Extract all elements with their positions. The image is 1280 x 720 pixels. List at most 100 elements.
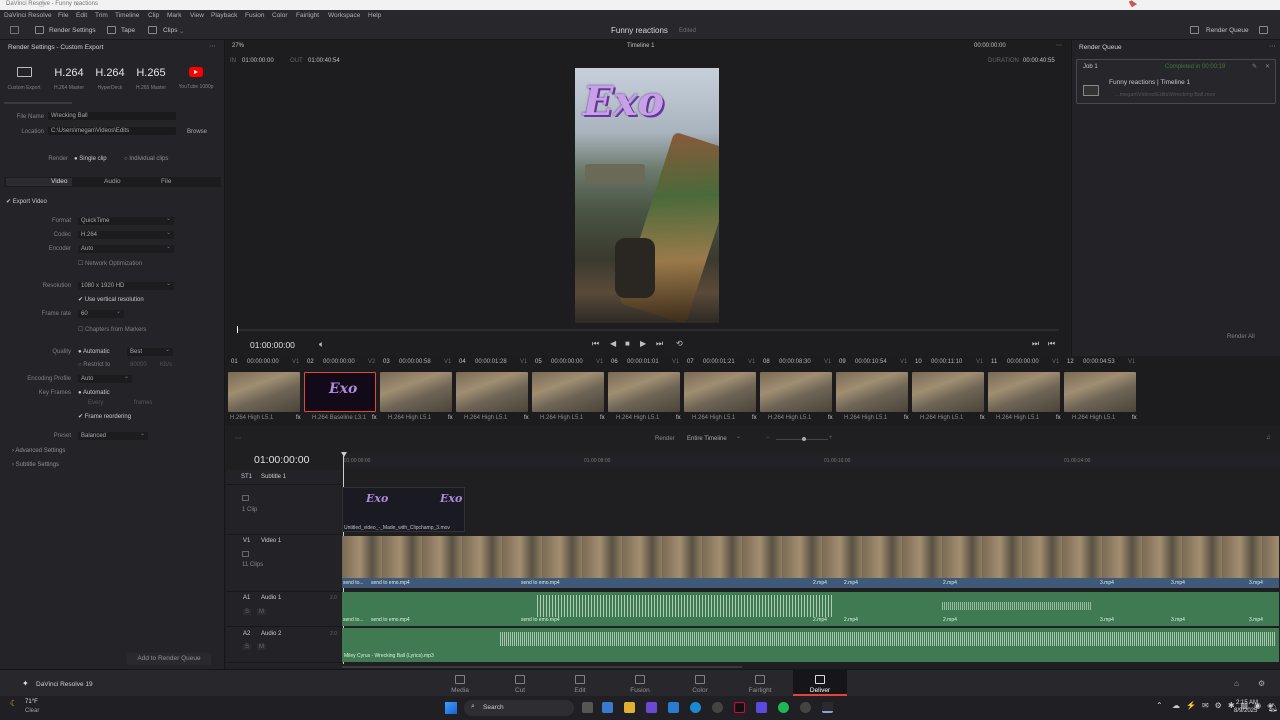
menu-color[interactable]: Color	[272, 12, 288, 19]
render-queue-toggle[interactable]: Render Queue	[1206, 27, 1249, 34]
clip-thumbnail[interactable]	[608, 372, 680, 412]
page-tab-edit[interactable]: Edit	[560, 687, 600, 694]
volume-icon[interactable]: 🔈︎	[319, 339, 324, 350]
go-to-start-icon[interactable]: ⏮︎	[592, 339, 599, 349]
clip-fx-icon[interactable]: fx	[980, 415, 985, 421]
windows-start-icon[interactable]	[445, 702, 457, 714]
menu-help[interactable]: Help	[368, 12, 381, 19]
spotify-icon[interactable]	[778, 702, 789, 713]
copilot-icon[interactable]	[602, 702, 613, 713]
task-view-icon[interactable]	[582, 702, 593, 713]
page-tab-fusion[interactable]: Fusion	[620, 687, 660, 694]
window-controls[interactable]: – ▢ ✕	[6, 1, 1272, 8]
menu-workspace[interactable]: Workspace	[328, 12, 360, 19]
clip-thumbnail[interactable]	[912, 372, 984, 412]
tab-audio[interactable]: Audio	[104, 178, 121, 185]
clips-toggle[interactable]: Clips	[163, 27, 177, 34]
format-dropdown[interactable]: QuickTime	[78, 215, 174, 225]
render-scope-dropdown[interactable]: Entire Timeline	[684, 433, 744, 443]
audio-meter-icon[interactable]: ♫	[1266, 435, 1271, 441]
scrubber-bar[interactable]	[237, 329, 1059, 331]
menu-fairlight[interactable]: Fairlight	[296, 12, 319, 19]
render-settings-toggle[interactable]: Render Settings	[49, 27, 96, 34]
clip-fx-icon[interactable]: fx	[752, 415, 757, 421]
quality-dropdown[interactable]: Best	[127, 346, 173, 356]
quality-automatic-radio[interactable]: ● Automatic	[78, 349, 110, 355]
teams-icon[interactable]	[646, 702, 657, 713]
preset-custom-export[interactable]: Custom Export	[6, 67, 42, 91]
menu-mark[interactable]: Mark	[167, 12, 181, 19]
encoding-profile-dropdown[interactable]: Auto	[78, 373, 132, 383]
clip-fx-icon[interactable]: fx	[676, 415, 681, 421]
panel-collapse-icon[interactable]	[1259, 26, 1268, 34]
resolution-dropdown[interactable]: 1080 x 1920 HD	[78, 280, 174, 290]
clock-time[interactable]: 2:15 AM	[1236, 700, 1258, 706]
zoom-slider-handle[interactable]	[802, 437, 806, 441]
notification-icon[interactable]: 🔔︎	[1268, 703, 1278, 712]
menu-timeline[interactable]: Timeline	[115, 12, 139, 19]
play-reverse-icon[interactable]: ◀︎	[610, 339, 616, 348]
subtitle-clip[interactable]: Exo Exo Untitled_video_-_Made_with_Clipc…	[342, 487, 465, 532]
preset-h265-master[interactable]: H.265 H.265 Master	[133, 67, 169, 91]
menu-view[interactable]: View	[190, 12, 204, 19]
clip-thumbnail[interactable]	[988, 372, 1060, 412]
chrome-icon[interactable]	[712, 702, 723, 713]
page-color-icon[interactable]	[695, 675, 705, 684]
frame-reordering-checkbox[interactable]: ✔ Frame reordering	[78, 413, 131, 420]
tab-video[interactable]: Video	[51, 178, 68, 185]
clip-thumbnail[interactable]	[456, 372, 528, 412]
zoom-in-icon[interactable]: +	[829, 435, 833, 441]
clips-chevron-icon[interactable]: ⌄	[179, 27, 184, 35]
menu-fusion[interactable]: Fusion	[245, 12, 265, 19]
app-icon[interactable]	[800, 702, 811, 713]
page-edit-icon[interactable]	[575, 675, 585, 684]
render-job-card[interactable]: Job 1 Completed in 00:00:19 ✎ ✕ Funny re…	[1076, 59, 1276, 104]
preset-hyperdeck[interactable]: H.264 HyperDeck	[92, 67, 128, 91]
outlook-icon[interactable]	[668, 702, 679, 713]
vertical-resolution-checkbox[interactable]: ✔ Use vertical resolution	[78, 296, 144, 303]
subtitle-track-icon[interactable]	[242, 495, 249, 501]
clip-fx-icon[interactable]: fx	[524, 415, 529, 421]
menu-playback[interactable]: Playback	[211, 12, 237, 19]
edge-icon[interactable]	[690, 702, 701, 713]
mute-button[interactable]: M	[257, 644, 266, 650]
menu-file[interactable]: File	[58, 12, 68, 19]
timeline-selector[interactable]: Timeline 1	[627, 43, 654, 49]
timeline-playhead-head[interactable]	[341, 452, 347, 457]
play-icon[interactable]: ▶︎	[640, 339, 646, 348]
page-deliver-icon[interactable]	[815, 675, 825, 684]
clip-thumbnail[interactable]	[836, 372, 908, 412]
browse-button[interactable]: Browse	[187, 129, 207, 135]
advanced-settings-toggle[interactable]: › Advanced Settings	[12, 448, 65, 454]
settings-gear-icon[interactable]: ⚙	[1258, 679, 1265, 688]
page-tab-deliver[interactable]: Deliver	[800, 687, 840, 694]
preset-dropdown[interactable]: Balanced	[78, 430, 148, 440]
restrict-value[interactable]: 80000	[130, 362, 147, 368]
clip-fx-icon[interactable]: fx	[904, 415, 909, 421]
scrubber-playhead[interactable]	[237, 326, 238, 333]
add-to-render-queue-button[interactable]: Add to Render Queue	[127, 653, 211, 665]
clip-thumbnail[interactable]	[380, 372, 452, 412]
home-icon[interactable]: ⌂	[1234, 679, 1239, 688]
tray-icons[interactable]: ☁⚡✉⚙✱▤◉◈	[1172, 701, 1279, 710]
key-frames-automatic-radio[interactable]: ● Automatic	[78, 390, 110, 396]
tray-chevron-icon[interactable]: ⌃	[1156, 701, 1163, 710]
prev-clip-icon[interactable]: ⏮︎	[1048, 339, 1055, 349]
chapters-from-markers-checkbox[interactable]: ☐ Chapters from Markers	[78, 326, 146, 333]
page-tab-color[interactable]: Color	[680, 687, 720, 694]
weather-temp[interactable]: 71°F	[25, 699, 38, 705]
audio1-track-clips[interactable]: send to... send to emo.mp4 send to emo.mp4…	[342, 592, 1279, 626]
video-track-clips[interactable]: send to... send to emo.mp4 send to emo.mp4…	[342, 536, 1279, 588]
panel-toggle-icon[interactable]	[10, 26, 19, 34]
render-queue-options-icon[interactable]: ⋯	[1269, 42, 1276, 50]
solo-button[interactable]: S	[243, 644, 252, 650]
restrict-to-radio[interactable]: ○ Restrict to	[78, 362, 110, 368]
edit-job-icon[interactable]: ✎	[1252, 63, 1257, 70]
file-name-field[interactable]: Wrecking Ball	[48, 112, 176, 120]
clip-thumbnail[interactable]	[760, 372, 832, 412]
taskbar-search[interactable]: ⌕ Search	[464, 700, 574, 716]
solo-button[interactable]: S	[243, 609, 252, 615]
page-tab-media[interactable]: Media	[440, 687, 480, 694]
clip-fx-icon[interactable]: fx	[1132, 415, 1137, 421]
preset-h264-master[interactable]: H.264 H.264 Master	[51, 67, 87, 91]
